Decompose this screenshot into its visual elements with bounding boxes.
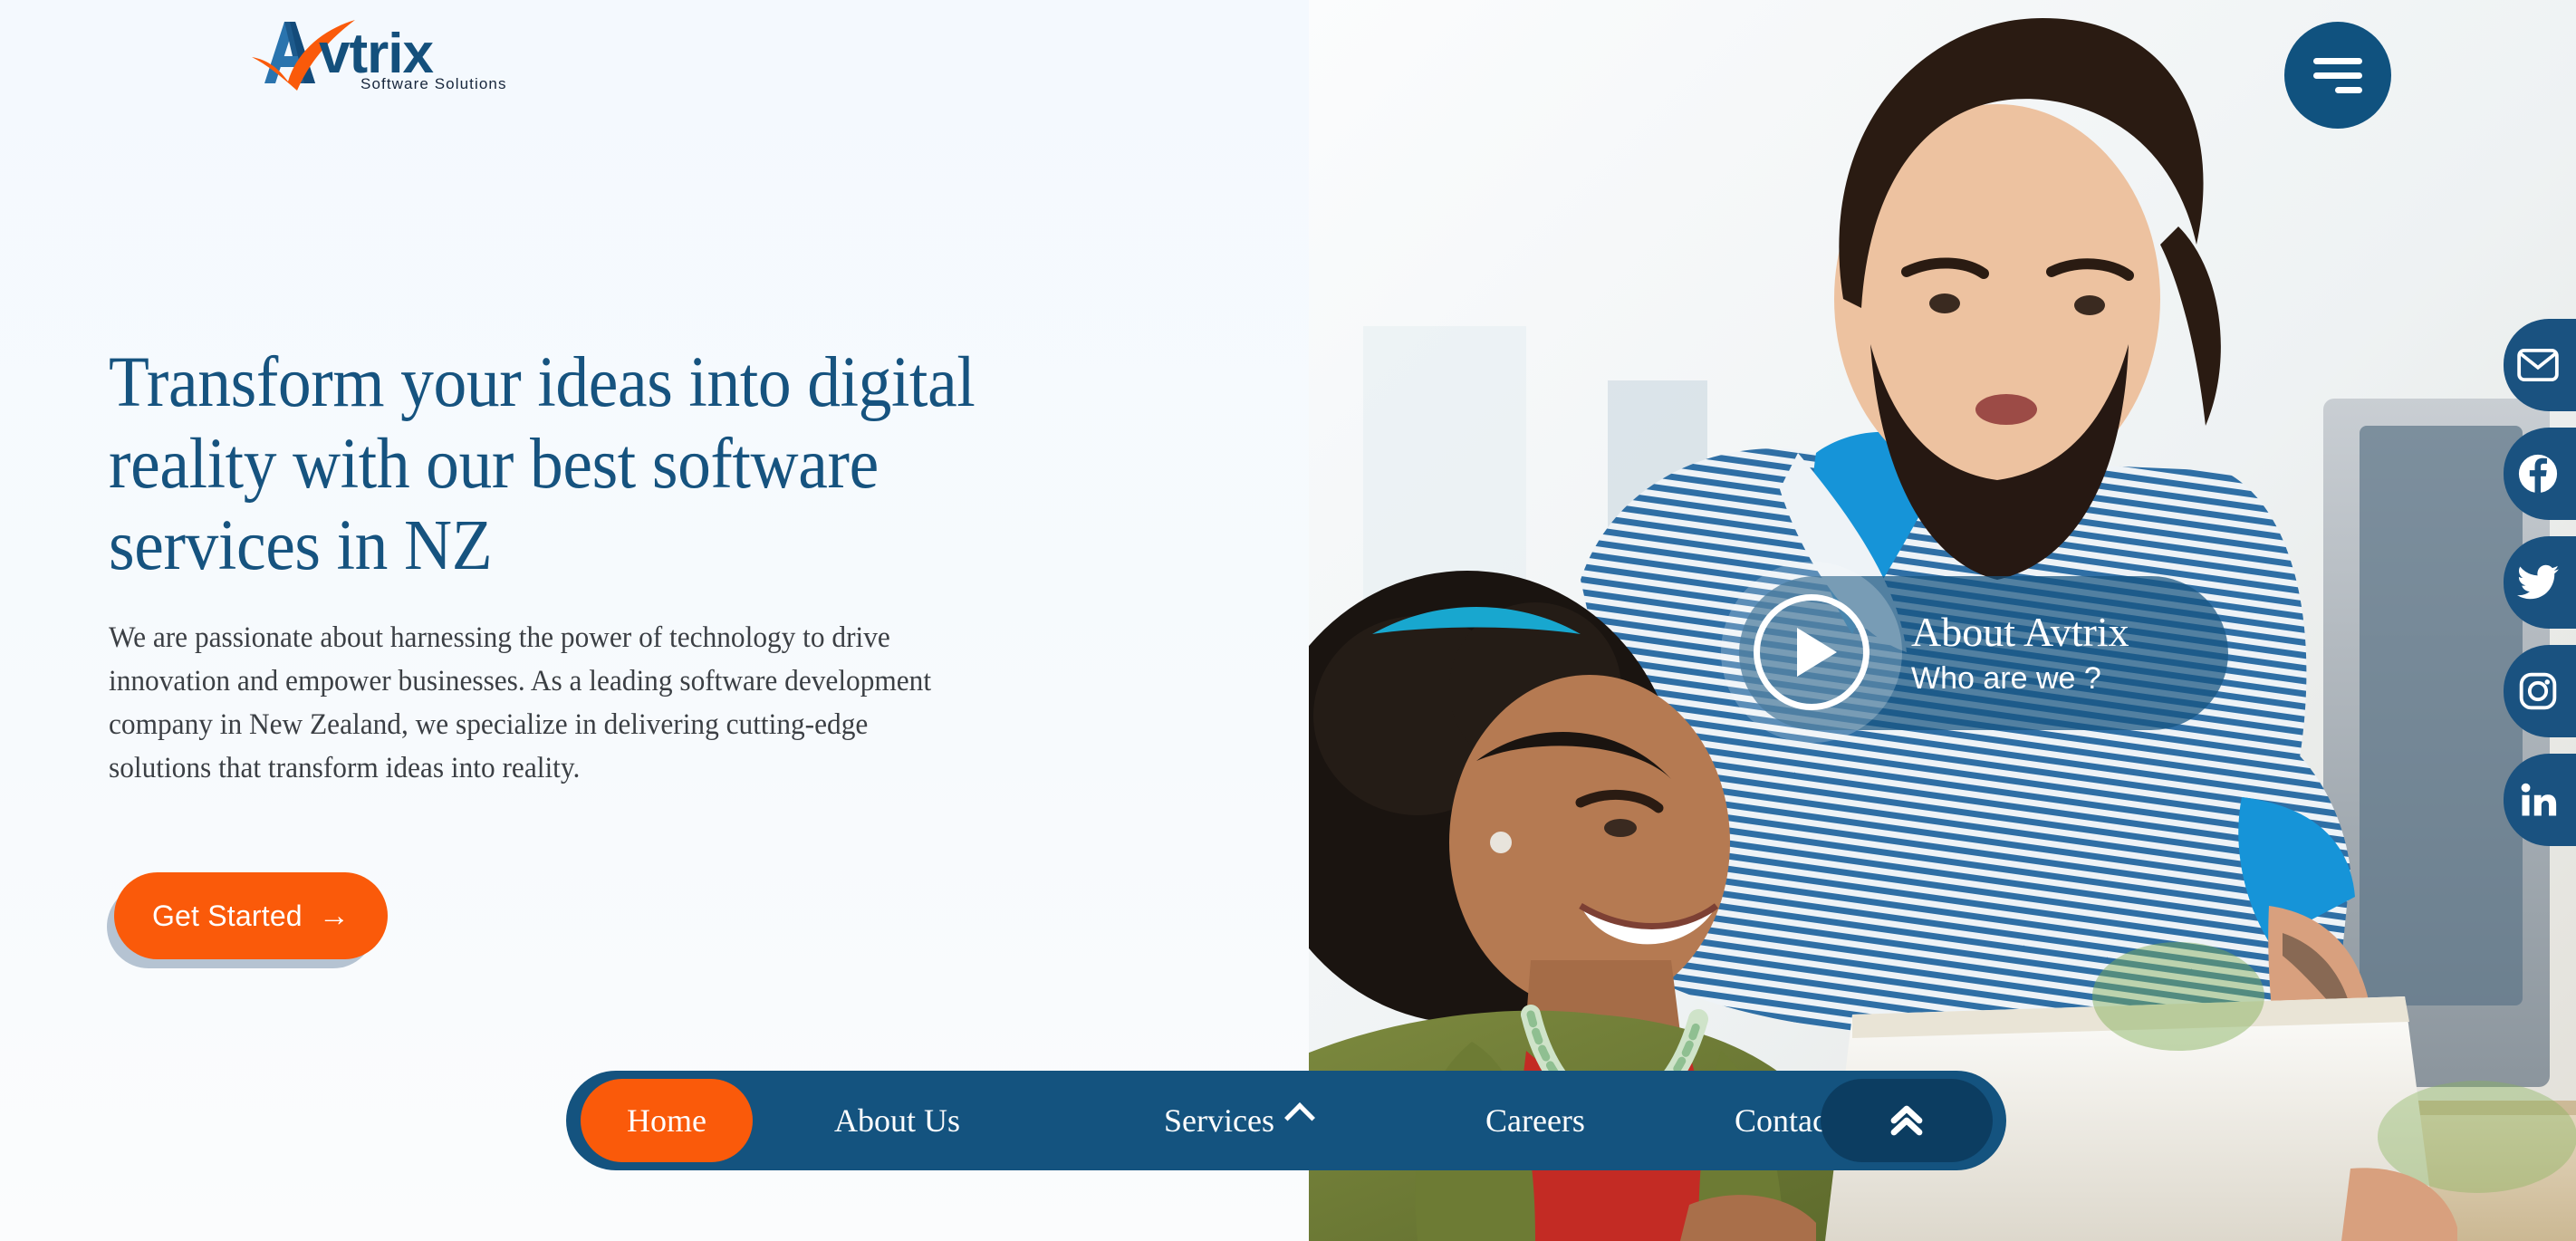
social-link-email[interactable] bbox=[2504, 319, 2576, 411]
nav-item-services[interactable]: Services bbox=[1164, 1071, 1315, 1170]
get-started-button[interactable]: Get Started → bbox=[114, 872, 388, 959]
menu-line-3 bbox=[2335, 86, 2362, 93]
landing-page: vtrix Software Solutions Transform your … bbox=[0, 0, 2576, 1241]
menu-line-2 bbox=[2313, 72, 2362, 79]
instagram-icon bbox=[2519, 672, 2557, 710]
scroll-to-top-button[interactable] bbox=[1821, 1079, 1993, 1162]
chevron-up-icon bbox=[1283, 1102, 1315, 1133]
nav-item-home-label: Home bbox=[627, 1102, 706, 1139]
social-links-rail bbox=[2504, 319, 2576, 846]
about-video-text: About Avtrix Who are we ? bbox=[1911, 607, 2129, 699]
nav-item-about-us[interactable]: About Us bbox=[834, 1071, 960, 1170]
get-started-label: Get Started bbox=[151, 899, 303, 932]
social-link-instagram[interactable] bbox=[2504, 645, 2576, 737]
get-started-button-wrap: Get Started → bbox=[107, 872, 406, 972]
play-button-icon[interactable] bbox=[1721, 562, 1902, 743]
social-link-twitter[interactable] bbox=[2504, 536, 2576, 629]
about-video-subtitle: Who are we ? bbox=[1911, 661, 2101, 696]
play-ring bbox=[1754, 594, 1870, 710]
nav-item-about-us-label: About Us bbox=[834, 1102, 961, 1139]
hero-left-pane: vtrix Software Solutions Transform your … bbox=[0, 0, 1309, 1241]
menu-line-1 bbox=[2313, 57, 2362, 64]
nav-item-careers-label: Careers bbox=[1485, 1102, 1585, 1139]
svg-text:Software Solutions: Software Solutions bbox=[360, 75, 507, 92]
hero-headline: Transform your ideas into digital realit… bbox=[109, 343, 976, 585]
brand-logo[interactable]: vtrix Software Solutions bbox=[225, 13, 524, 94]
double-chevron-up-icon bbox=[1890, 1105, 1923, 1136]
envelope-icon bbox=[2517, 349, 2559, 381]
play-triangle bbox=[1797, 628, 1837, 677]
hero-paragraph: We are passionate about harnessing the p… bbox=[109, 621, 932, 784]
social-link-facebook[interactable] bbox=[2504, 428, 2576, 520]
hamburger-menu-icon[interactable] bbox=[2284, 22, 2391, 129]
social-link-linkedin[interactable] bbox=[2504, 754, 2576, 846]
twitter-icon bbox=[2517, 564, 2559, 600]
facebook-icon bbox=[2518, 454, 2558, 494]
bottom-navigation-bar: Home About Us Services Careers Contact U… bbox=[566, 1071, 2006, 1170]
linkedin-icon bbox=[2521, 783, 2557, 816]
nav-item-services-label: Services bbox=[1164, 1102, 1274, 1139]
arrow-right-icon: → bbox=[318, 899, 351, 933]
about-video-title: About Avtrix bbox=[1911, 609, 2129, 655]
nav-item-home[interactable]: Home bbox=[581, 1079, 753, 1162]
avtrix-a-checkmark-logo: vtrix Software Solutions bbox=[252, 20, 507, 92]
nav-item-careers[interactable]: Careers bbox=[1485, 1071, 1585, 1170]
